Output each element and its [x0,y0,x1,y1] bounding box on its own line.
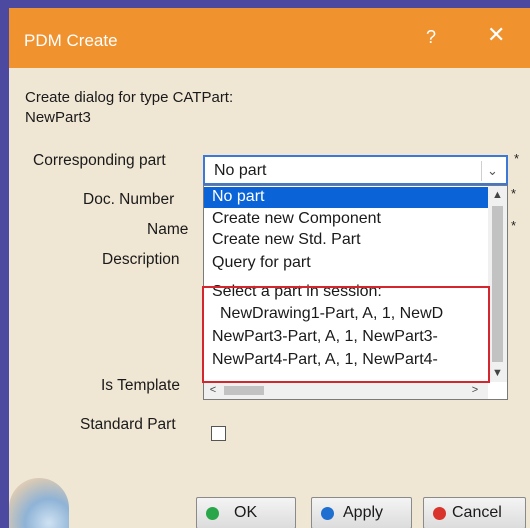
chevron-down-icon[interactable]: ⌄ [481,161,503,181]
scrollbar-thumb[interactable] [492,206,503,362]
horizontal-scrollbar[interactable]: < > [204,382,488,399]
scroll-up-icon[interactable]: ▲ [488,186,507,204]
standard-part-checkbox[interactable] [211,426,226,441]
dropdown-option-query-part[interactable]: Query for part [204,253,488,274]
apply-button-label: Apply [343,504,384,521]
ok-button[interactable]: OK [196,497,296,528]
doc-number-label: Doc. Number [83,191,175,208]
dropdown-list: No part Create new Component Create new … [204,186,488,382]
cancel-button[interactable]: Cancel [423,497,526,528]
info-line-type: Create dialog for type CATPart: [25,89,234,106]
scroll-left-icon[interactable]: < [204,382,222,399]
pdm-create-dialog: PDM Create ? ✕ Create dialog for type CA… [9,8,530,528]
corresponding-part-dropdown: No part Create new Component Create new … [203,185,508,400]
is-template-label: Is Template [101,377,180,394]
dropdown-option-create-std-part[interactable]: Create new Std. Part [204,230,488,251]
scroll-right-icon[interactable]: > [466,382,484,399]
close-icon[interactable]: ✕ [487,24,505,46]
required-marker: * [511,218,517,233]
corresponding-part-combo[interactable]: No part ⌄ [203,155,508,185]
ok-status-icon [206,507,219,520]
cancel-button-label: Cancel [452,504,502,521]
dropdown-option-session-part[interactable]: NewPart4-Part, A, 1, NewPart4- [204,350,488,371]
apply-status-icon [321,507,334,520]
scroll-down-icon[interactable]: ▼ [488,364,507,382]
standard-part-label: Standard Part [80,416,176,433]
required-marker: * [511,186,517,201]
name-label: Name [147,221,189,238]
dialog-title: PDM Create [24,31,118,50]
dropdown-option-create-component[interactable]: Create new Component [204,209,488,230]
dropdown-option-session-header: Select a part in session: [212,283,382,300]
dropdown-option-session-part[interactable]: NewPart3-Part, A, 1, NewPart3- [204,327,488,348]
corresponding-part-label: Corresponding part [33,152,166,169]
catia-logo [9,478,69,528]
dropdown-option-no-part[interactable]: No part [204,187,488,208]
info-line-part: NewPart3 [25,109,91,126]
combo-value: No part [214,162,267,179]
ok-button-label: OK [234,504,258,521]
scrollbar-thumb[interactable] [224,386,264,395]
description-label: Description [102,251,180,268]
help-button[interactable]: ? [426,27,436,48]
required-marker: * [514,151,520,166]
dropdown-option-session-part[interactable]: NewDrawing1-Part, A, 1, NewD [204,304,488,325]
vertical-scrollbar[interactable]: ▲ ▼ [488,186,507,382]
cancel-status-icon [433,507,446,520]
apply-button[interactable]: Apply [311,497,412,528]
info-text: Create dialog for type CATPart: NewPart3 [25,88,233,128]
title-bar[interactable]: PDM Create ? ✕ [9,8,530,68]
